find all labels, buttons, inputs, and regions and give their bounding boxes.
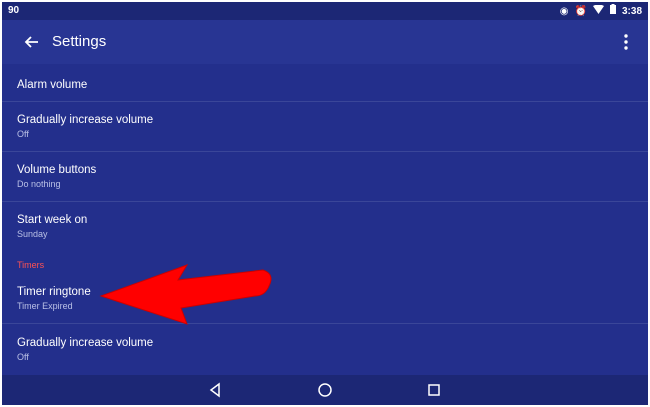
setting-start-week-on[interactable]: Start week on Sunday xyxy=(2,202,648,252)
more-vert-icon xyxy=(624,34,628,50)
wifi-icon xyxy=(592,4,604,19)
triangle-back-icon xyxy=(209,382,220,398)
navigation-bar xyxy=(2,375,648,405)
setting-title: Volume buttons xyxy=(17,164,97,176)
setting-title: Gradually increase volume xyxy=(17,337,154,349)
battery-icon xyxy=(609,4,616,19)
clock-text: 3:38 xyxy=(621,5,642,17)
overflow-menu-button[interactable] xyxy=(616,30,636,54)
nav-back-button[interactable] xyxy=(205,380,225,400)
square-recents-icon xyxy=(428,384,440,396)
app-bar: Settings xyxy=(2,20,648,64)
nav-recents-button[interactable] xyxy=(424,380,444,400)
setting-value: Do nothing xyxy=(17,179,61,189)
setting-gradually-increase-volume[interactable]: Gradually increase volume Off xyxy=(2,102,648,152)
setting-value: Off xyxy=(17,352,29,362)
circle-home-icon xyxy=(318,383,332,397)
annotation-arrow xyxy=(99,264,272,325)
setting-alarm-volume[interactable]: Alarm volume xyxy=(2,64,648,102)
nav-home-button[interactable] xyxy=(315,380,335,400)
back-button[interactable] xyxy=(20,30,44,54)
sync-icon: ◉ xyxy=(559,5,569,17)
setting-value: Sunday xyxy=(17,229,48,239)
setting-title: Start week on xyxy=(17,214,88,226)
setting-title: Alarm volume xyxy=(17,79,88,91)
status-icons: ◉ ⏰ 3:38 xyxy=(560,4,642,19)
setting-timer-gradually-increase-volume[interactable]: Gradually increase volume Off xyxy=(2,324,648,374)
alarm-icon: ⏰ xyxy=(574,5,587,17)
setting-title: Gradually increase volume xyxy=(17,114,154,126)
status-bar: 90 ◉ ⏰ 3:38 xyxy=(2,2,648,20)
screen: 90 ◉ ⏰ 3:38 Settings Alarm volume Gradua… xyxy=(2,2,648,405)
setting-value: Off xyxy=(17,129,29,139)
arrow-left-icon xyxy=(24,36,38,48)
page-title: Settings xyxy=(52,33,107,50)
status-left-text: 90 xyxy=(8,5,20,16)
setting-volume-buttons[interactable]: Volume buttons Do nothing xyxy=(2,152,648,202)
